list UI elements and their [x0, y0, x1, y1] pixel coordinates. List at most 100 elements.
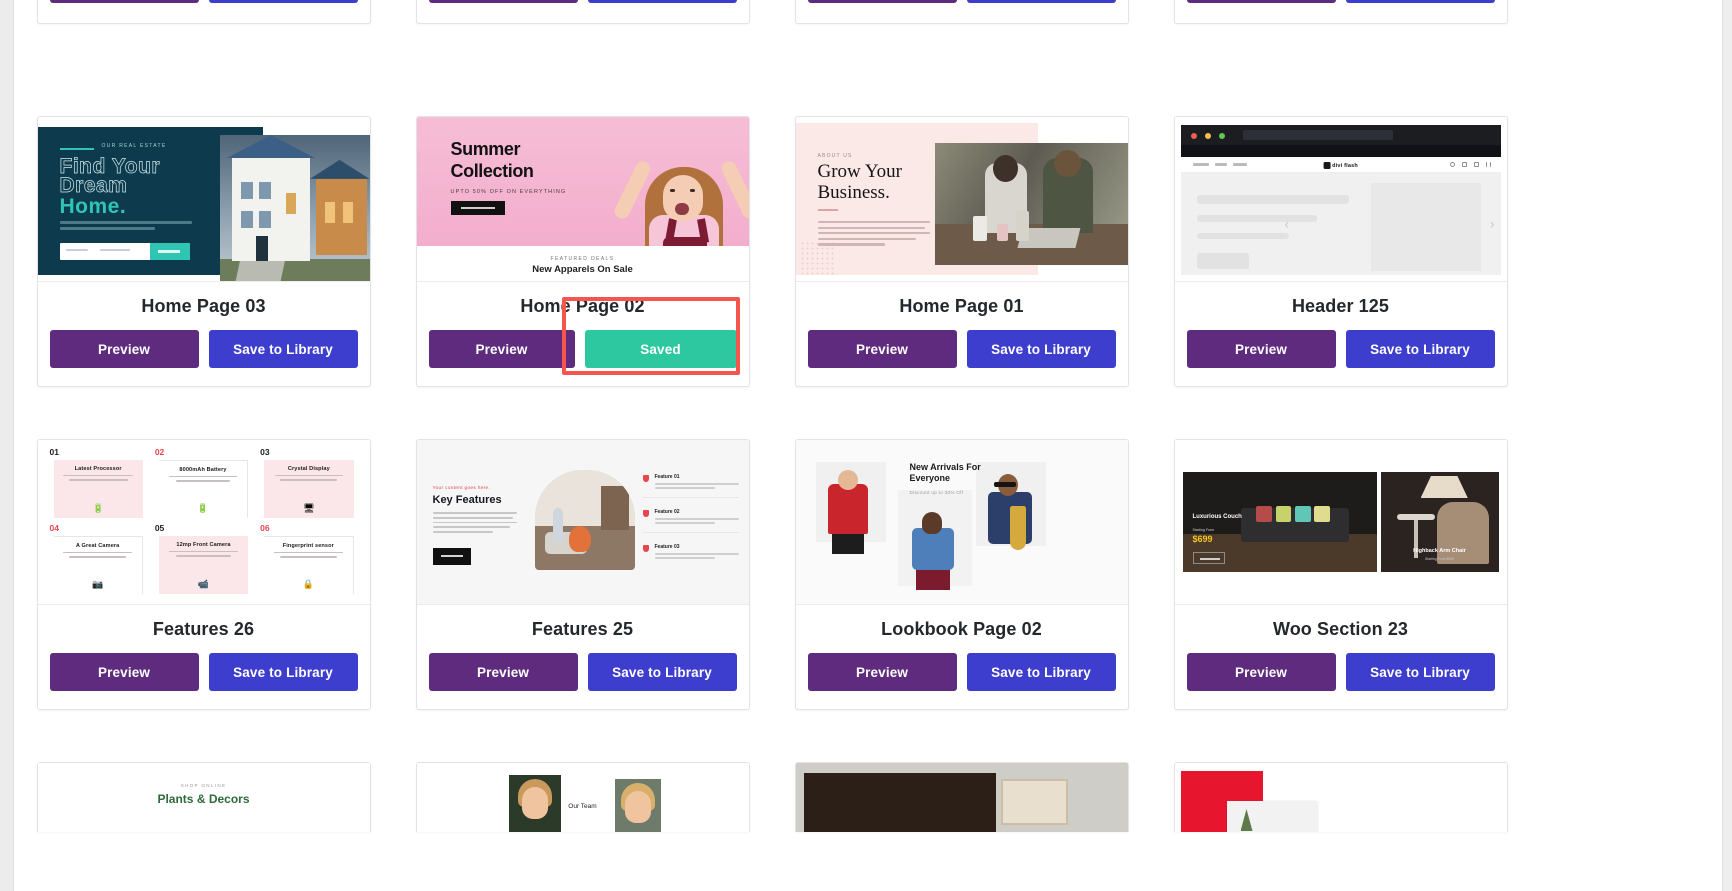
feature-list: Feature 01 Feature 02 Feature 03 [642, 474, 739, 578]
template-cell-r3-c2: Your content goes here. Key Features Fea… [393, 439, 772, 710]
card-actions: Preview Save to Library [38, 0, 370, 3]
thumbnail-lookbook-page-02[interactable]: New Arrivals For Everyone Discount up to… [795, 440, 1128, 605]
template-cell-r4-c3 [772, 762, 1151, 832]
thumbnail-our-team[interactable]: Our Team [416, 763, 749, 832]
display-icon: 🖥 [303, 503, 315, 513]
save-to-library-button[interactable]: Save to Library [208, 0, 358, 3]
saved-button[interactable]: Saved [584, 330, 737, 368]
browser-titlebar [1180, 125, 1501, 145]
template-card-r4-c1[interactable]: SHOP ONLINE Plants & Decors [36, 762, 371, 832]
chevron-left-icon[interactable]: ‹ [1285, 217, 1289, 232]
feature-item: 05 12mp Front Camera 📹 [153, 524, 254, 596]
thumbnail-features-26[interactable]: 01 Latest Processor 🔋 02 8000mAh Battery… [37, 440, 370, 605]
template-cell-r3-c1: 01 Latest Processor 🔋 02 8000mAh Battery… [14, 439, 393, 710]
thumbnail-red-block[interactable] [1174, 763, 1507, 832]
card-actions: Preview Saved [417, 297, 749, 386]
save-to-library-button[interactable]: Save to Library [208, 653, 358, 691]
page-scrollbar-edge[interactable] [1722, 0, 1732, 891]
template-card-r1-c3[interactable]: Preview Save to Library [794, 0, 1129, 24]
feature-item: 01 Latest Processor 🔋 [48, 448, 149, 520]
card-title: Home Page 03 [141, 296, 266, 316]
preview-button[interactable]: Preview [807, 653, 957, 691]
browser-toolbar [1180, 145, 1501, 173]
thumbnail-header-125[interactable]: divi flash ‹ › [1174, 117, 1507, 282]
feature-item: 04 A Great Camera 📷 [48, 524, 149, 596]
preview-button[interactable]: Preview [1186, 653, 1336, 691]
preview-button[interactable]: Preview [428, 330, 575, 368]
thumbnail-interior-dark[interactable] [795, 763, 1128, 832]
save-to-library-button[interactable]: Save to Library [966, 0, 1116, 3]
save-to-library-button[interactable]: Save to Library [966, 330, 1116, 368]
template-card-features-26[interactable]: 01 Latest Processor 🔋 02 8000mAh Battery… [36, 439, 371, 710]
template-card-home-page-02[interactable]: Summer Collection UPTO 50% OFF ON EVERYT… [415, 116, 750, 387]
save-to-library-button[interactable]: Save to Library [1345, 653, 1495, 691]
thumb-heading-line1: Summer [450, 139, 521, 159]
preview-button[interactable]: Preview [428, 0, 578, 3]
preview-button[interactable]: Preview [1186, 330, 1336, 368]
card-actions: Preview Save to Library [417, 648, 749, 709]
template-card-r1-c4[interactable]: Preview Save to Library [1173, 0, 1508, 24]
thumbnail-home-page-02[interactable]: Summer Collection UPTO 50% OFF ON EVERYT… [416, 117, 749, 282]
card-actions: Preview Save to Library [796, 648, 1128, 709]
template-card-features-25[interactable]: Your content goes here. Key Features Fea… [415, 439, 750, 710]
thumb-read-more-button [432, 548, 471, 565]
template-row-3: 01 Latest Processor 🔋 02 8000mAh Battery… [14, 439, 1722, 710]
preview-button[interactable]: Preview [428, 653, 578, 691]
preview-button[interactable]: Preview [49, 653, 199, 691]
card-title: Home Page 01 [899, 296, 1024, 316]
template-card-lookbook-page-02[interactable]: New Arrivals For Everyone Discount up to… [794, 439, 1129, 710]
thumb-heading-line2: Collection [450, 161, 534, 181]
template-grid: Preview Save to Library Preview Save to … [14, 0, 1722, 891]
thumb-subtitle: UPTO 50% OFF ON EVERYTHING [450, 189, 567, 195]
model-photo-right [975, 462, 1046, 550]
product-card-couch: Luxurious Couch Starting From $699 [1182, 472, 1377, 572]
cart-icon [1461, 162, 1467, 167]
card-actions: Preview Save to Library [417, 0, 749, 3]
feature-list-item: Feature 03 [642, 544, 739, 567]
feature-list-item: Feature 01 [642, 474, 739, 498]
template-cell-r4-c4 [1151, 762, 1530, 832]
card-actions: Preview Save to Library [1175, 0, 1507, 3]
thumb-paragraph [817, 221, 930, 249]
template-cell-r3-c4: Luxurious Couch Starting From $699 Highb… [1151, 439, 1530, 710]
template-card-home-page-03[interactable]: OUR REAL ESTATE Find Your Dream Home. Ho… [36, 116, 371, 387]
preview-button[interactable]: Preview [1186, 0, 1336, 3]
template-cell-r2-c3: ABOUT US Grow Your Business. Home Page 0… [772, 116, 1151, 387]
preview-button[interactable]: Preview [807, 0, 957, 3]
card-actions: Preview Save to Library [38, 648, 370, 709]
thumb-paragraph [432, 512, 517, 536]
feature-item: 06 Fingerprint sensor 🔒 [258, 524, 359, 596]
template-card-r4-c2[interactable]: Our Team [415, 762, 750, 832]
save-to-library-button[interactable]: Save to Library [208, 330, 358, 368]
thumb-kicker: OUR REAL ESTATE [59, 143, 172, 150]
preview-button[interactable]: Preview [49, 330, 199, 368]
chevron-right-icon[interactable]: › [1490, 217, 1494, 232]
thumbnail-home-page-01[interactable]: ABOUT US Grow Your Business. [795, 117, 1128, 282]
save-to-library-button[interactable]: Save to Library [1345, 0, 1495, 3]
save-to-library-button[interactable]: Save to Library [587, 653, 737, 691]
template-card-r4-c4[interactable] [1173, 762, 1508, 832]
thumbnail-home-page-03[interactable]: OUR REAL ESTATE Find Your Dream Home. [37, 117, 370, 282]
template-card-header-125[interactable]: divi flash ‹ › Header 125 Preview Save t… [1173, 116, 1508, 387]
save-to-library-button[interactable]: Save to Library [587, 0, 737, 3]
save-to-library-button[interactable]: Save to Library [1345, 330, 1495, 368]
template-card-r4-c3[interactable] [794, 762, 1129, 832]
thumbnail-plants-and-decors[interactable]: SHOP ONLINE Plants & Decors [37, 763, 370, 832]
camera-icon: 📷 [92, 579, 104, 589]
shop-now-button [1192, 552, 1225, 564]
preview-button[interactable]: Preview [49, 0, 199, 3]
feature-list-item: Feature 02 [642, 509, 739, 533]
save-to-library-button[interactable]: Save to Library [966, 653, 1116, 691]
template-card-r1-c2[interactable]: Preview Save to Library [415, 0, 750, 24]
minimize-dot-icon [1204, 132, 1211, 139]
template-card-woo-section-23[interactable]: Luxurious Couch Starting From $699 Highb… [1173, 439, 1508, 710]
thumbnail-woo-section-23[interactable]: Luxurious Couch Starting From $699 Highb… [1174, 440, 1507, 605]
preview-button[interactable]: Preview [807, 330, 957, 368]
maximize-dot-icon [1218, 132, 1225, 139]
template-card-r1-c1[interactable]: Preview Save to Library [36, 0, 371, 24]
user-icon [1473, 162, 1479, 167]
thumb-paragraph [59, 221, 192, 233]
template-card-home-page-01[interactable]: ABOUT US Grow Your Business. Home Page 0… [794, 116, 1129, 387]
thumb-heading-line2: Dream [59, 174, 128, 197]
thumbnail-features-25[interactable]: Your content goes here. Key Features Fea… [416, 440, 749, 605]
